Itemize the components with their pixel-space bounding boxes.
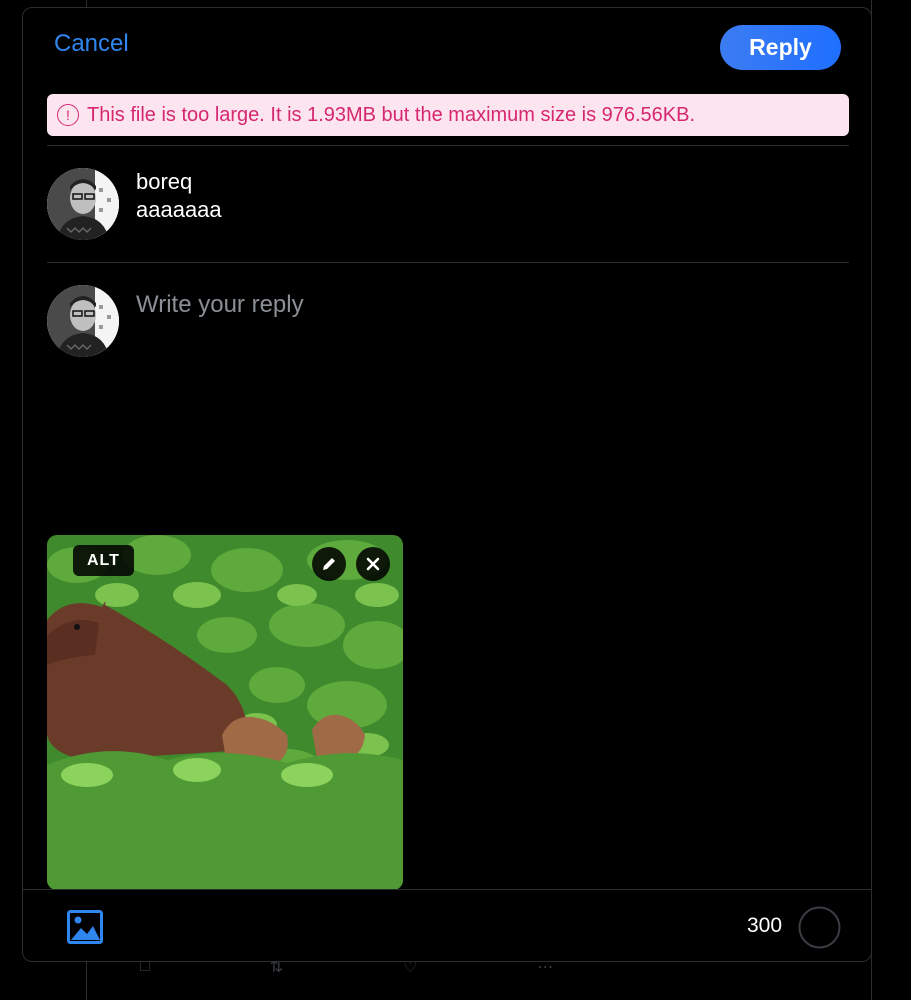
current-user-avatar xyxy=(47,285,119,357)
remove-image-button[interactable] xyxy=(356,547,390,581)
character-progress-ring xyxy=(798,906,841,949)
quoted-post-text: aaaaaaa xyxy=(136,197,222,222)
image-attachment: ALT xyxy=(47,535,403,890)
error-banner: ! This file is too large. It is 1.93MB b… xyxy=(47,94,849,136)
error-message: This file is too large. It is 1.93MB but… xyxy=(87,103,696,126)
modal-header: Cancel Reply xyxy=(23,8,871,88)
divider xyxy=(47,262,849,263)
alert-circle-icon: ! xyxy=(57,104,79,126)
capybara-photo xyxy=(47,535,403,890)
character-count: 300 xyxy=(747,914,783,937)
quoted-author-avatar[interactable] xyxy=(47,168,119,240)
reply-button[interactable]: Reply xyxy=(720,25,841,70)
close-icon xyxy=(366,557,380,571)
composer-footer: 300 xyxy=(23,889,871,961)
reply-text-input[interactable] xyxy=(136,291,826,319)
reply-modal: Cancel Reply ! This file is too large. I… xyxy=(22,7,872,962)
pencil-icon xyxy=(323,558,335,570)
add-image-button[interactable] xyxy=(67,910,103,944)
alt-text-button[interactable]: ALT xyxy=(73,545,134,576)
cancel-button[interactable]: Cancel xyxy=(54,30,129,58)
edit-image-button[interactable] xyxy=(312,547,346,581)
quoted-author-name[interactable]: boreq xyxy=(136,169,192,195)
divider xyxy=(47,145,849,146)
image-icon xyxy=(67,910,103,944)
